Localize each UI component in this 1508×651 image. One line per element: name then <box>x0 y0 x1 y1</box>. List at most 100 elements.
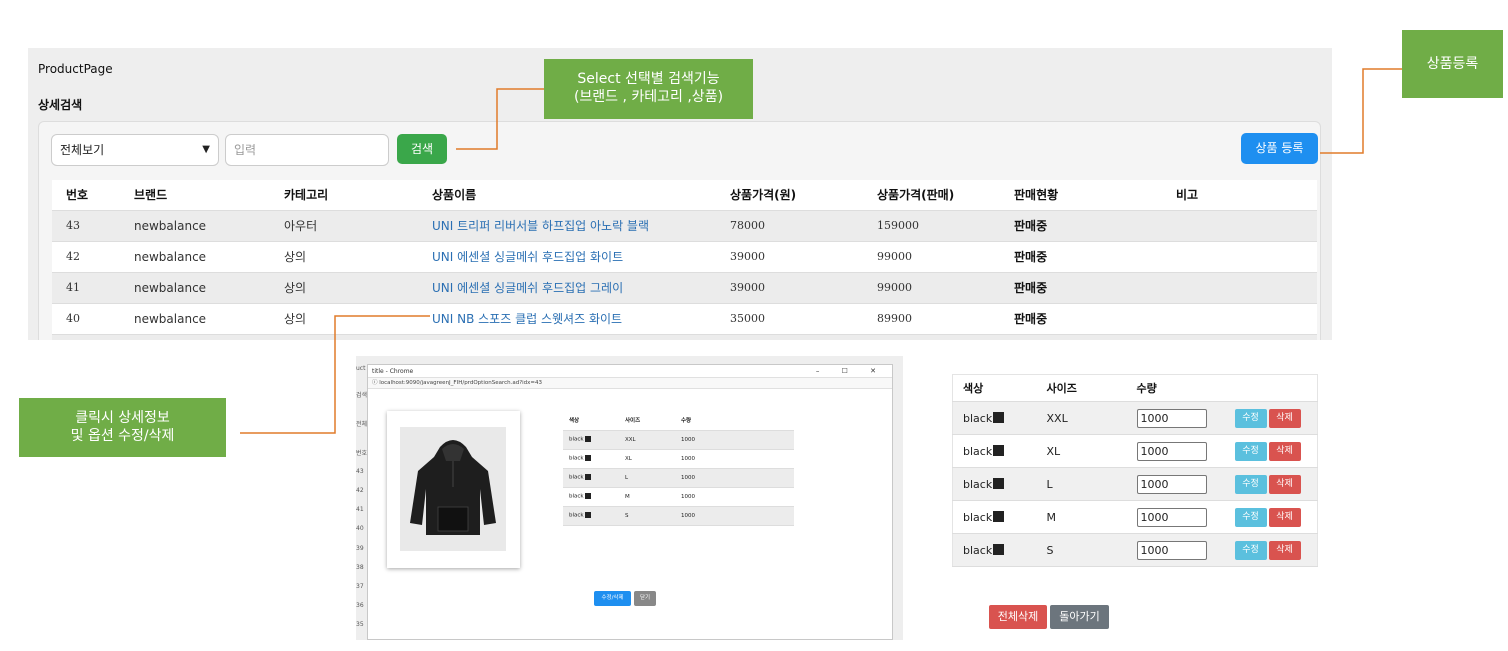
cell-color: black <box>952 401 1037 435</box>
color-swatch <box>584 455 591 462</box>
filter-select[interactable]: 전체보기 ▼ <box>51 134 219 166</box>
column-header: 판매현황 <box>1000 180 1162 211</box>
quantity-input[interactable]: 1000 <box>1136 540 1207 560</box>
column-header: 색상 <box>563 411 619 431</box>
color-label: black <box>963 444 993 458</box>
quantity-input[interactable]: 1000 <box>1136 507 1207 527</box>
delete-button[interactable]: 삭제 <box>1268 441 1301 461</box>
popup-edit-button[interactable]: 수정/삭제 <box>594 591 631 606</box>
cell-status: 판매중 <box>1000 210 1162 242</box>
filter-select-value: 전체보기 <box>60 143 105 157</box>
search-input[interactable]: 입력 <box>225 134 389 166</box>
color-swatch <box>584 512 591 519</box>
cell-color: black <box>952 467 1037 501</box>
cell-brand: newbalance <box>120 210 270 242</box>
column-header: 브랜드 <box>120 180 270 211</box>
cell-size: S <box>1036 533 1127 567</box>
cell-category: 상의 <box>270 272 418 304</box>
window-titlebar: title - Chrome – ☐ ✕ <box>368 365 892 378</box>
edit-button[interactable]: 수정 <box>1234 441 1267 461</box>
quantity-input[interactable]: 1000 <box>1136 474 1207 494</box>
table-row: black M 1000 <box>563 487 794 507</box>
bg-label: 35 <box>356 621 364 628</box>
cell-sale-price: 99000 <box>863 272 1000 304</box>
delete-all-button[interactable]: 전체삭제 <box>989 605 1047 629</box>
edit-button[interactable]: 수정 <box>1234 540 1267 560</box>
cell-color: black <box>563 487 619 507</box>
cell-actions: 수정 삭제 <box>1224 434 1318 468</box>
table-row-partial <box>52 334 1317 340</box>
option-row: black M 1000 수정 삭제 <box>952 500 1318 534</box>
bg-label: 전체 <box>356 421 368 428</box>
cell-status: 판매중 <box>1000 241 1162 273</box>
column-header: 카테고리 <box>270 180 418 211</box>
column-header: 수량 <box>675 411 794 431</box>
edit-button[interactable]: 수정 <box>1234 474 1267 494</box>
back-button[interactable]: 돌아가기 <box>1050 605 1109 629</box>
app-title: ProductPage <box>38 62 113 76</box>
popup-close-button[interactable]: 닫기 <box>634 591 656 606</box>
delete-button[interactable]: 삭제 <box>1268 507 1301 527</box>
search-card: 전체보기 ▼ 입력 검색 상품 등록 번호 브랜드 카테고리 상품이름 상품가격… <box>38 121 1321 340</box>
delete-button[interactable]: 삭제 <box>1268 540 1301 560</box>
quantity-input[interactable]: 1000 <box>1136 408 1207 428</box>
product-name-link[interactable]: UNI 에센셜 싱글메쉬 후드집업 화이트 <box>418 241 716 273</box>
bg-label: 38 <box>356 564 364 571</box>
cell-size: XXL <box>1036 401 1127 435</box>
table-header-row: 번호 브랜드 카테고리 상품이름 상품가격(원) 상품가격(판매) 판매현황 비… <box>52 180 1317 211</box>
search-button[interactable]: 검색 <box>397 134 447 164</box>
product-image-card <box>387 411 520 568</box>
register-product-button[interactable]: 상품 등록 <box>1241 133 1318 164</box>
cell-color: black <box>563 468 619 488</box>
table-row: black S 1000 <box>563 506 794 526</box>
bg-label: 검색 <box>356 392 368 399</box>
cell-qty: 1000 <box>1126 500 1225 534</box>
product-name-link[interactable]: UNI 에센셜 싱글메쉬 후드집업 그레이 <box>418 272 716 304</box>
product-name-link[interactable]: UNI NB 스포즈 클럽 스웻셔즈 화이트 <box>418 303 716 335</box>
cell-color: black <box>563 506 619 526</box>
cell-price: 39000 <box>716 241 863 273</box>
cell-color: black <box>952 434 1037 468</box>
cell-qty: 1000 <box>1126 401 1225 435</box>
table-row: black L 1000 <box>563 468 794 488</box>
quantity-input[interactable]: 1000 <box>1136 441 1207 461</box>
cell-size: XL <box>1036 434 1127 468</box>
bg-label: 37 <box>356 583 364 590</box>
bg-label: 번호 <box>356 450 368 457</box>
cell-color: black <box>952 533 1037 567</box>
popup-screenshot: uct 검색 전체 번호 43 42 41 40 39 38 37 36 35 … <box>356 356 903 640</box>
window-controls[interactable]: – ☐ ✕ <box>816 365 886 378</box>
table-row: black XL 1000 <box>563 449 794 469</box>
cell-color: black <box>563 430 619 450</box>
color-label: black <box>963 411 993 425</box>
url-bar[interactable]: ⓘ localhost:9090/javagreenJ_FIH/prdOptio… <box>368 378 892 389</box>
edit-button[interactable]: 수정 <box>1234 408 1267 428</box>
product-name-link[interactable]: UNI 트리퍼 리버서블 하프집업 아노락 블랙 <box>418 210 716 242</box>
bg-label: 40 <box>356 525 364 532</box>
color-swatch <box>584 474 591 481</box>
cell-status: 판매중 <box>1000 303 1162 335</box>
cell-actions: 수정 삭제 <box>1224 467 1318 501</box>
edit-button[interactable]: 수정 <box>1234 507 1267 527</box>
bg-label: 39 <box>356 545 364 552</box>
cell-price: 39000 <box>716 272 863 304</box>
callout-detail-line1: 클릭시 상세정보 <box>75 410 170 426</box>
callout-search-line2: (브랜드 , 카테고리 ,상품) <box>573 89 724 105</box>
table-row: 40 newbalance 상의 UNI NB 스포즈 클럽 스웻셔즈 화이트 … <box>52 303 1317 335</box>
column-header: 수량 <box>1126 374 1225 402</box>
column-header: 사이즈 <box>1036 374 1127 402</box>
color-swatch <box>993 477 1005 489</box>
cell-size: M <box>619 487 675 507</box>
delete-button[interactable]: 삭제 <box>1268 408 1301 428</box>
column-header: 색상 <box>952 374 1037 402</box>
cell-size: XL <box>619 449 675 469</box>
cell-category: 아우터 <box>270 210 418 242</box>
cell-size: L <box>1036 467 1127 501</box>
cell-sale-price: 89900 <box>863 303 1000 335</box>
column-header: 사이즈 <box>619 411 675 431</box>
cell-sale-price: 99000 <box>863 241 1000 273</box>
chevron-down-icon: ▼ <box>202 144 210 155</box>
cell-size: M <box>1036 500 1127 534</box>
delete-button[interactable]: 삭제 <box>1268 474 1301 494</box>
product-table: 번호 브랜드 카테고리 상품이름 상품가격(원) 상품가격(판매) 판매현황 비… <box>52 180 1317 340</box>
